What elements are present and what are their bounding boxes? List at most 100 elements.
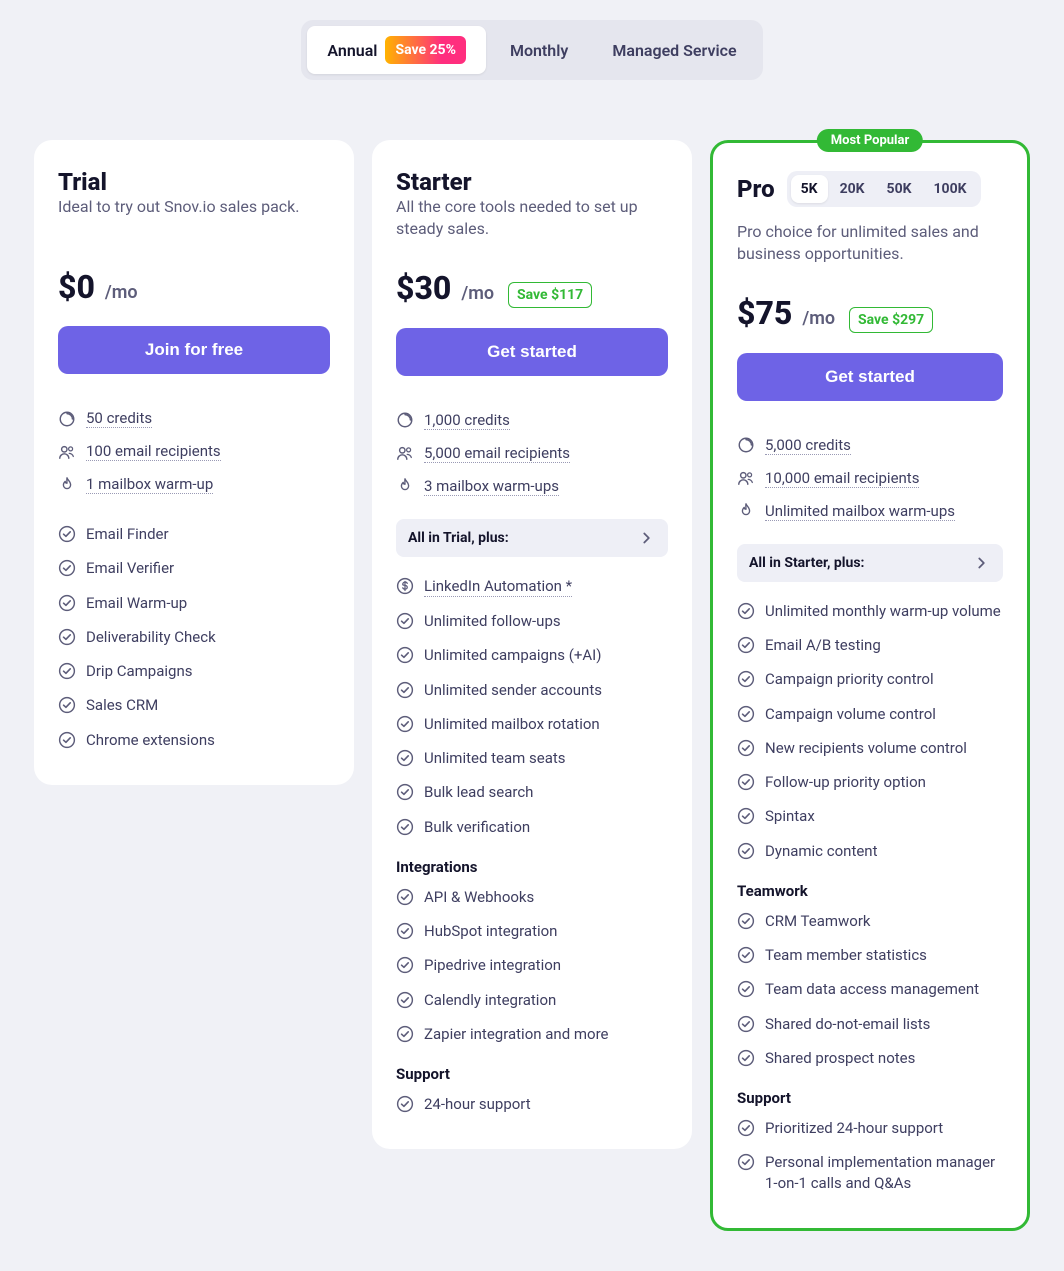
dollar-icon	[396, 577, 414, 595]
plan-per: /mo	[461, 283, 494, 304]
check-icon	[396, 922, 414, 940]
tab-annual-label: Annual	[327, 41, 377, 60]
all-in-starter-plus[interactable]: All in Starter, plus:	[737, 544, 1003, 582]
feature-item: 24-hour support	[396, 1087, 668, 1121]
quota-credits-text: 1,000 credits	[424, 411, 510, 430]
feature-item: New recipients volume control	[737, 731, 1003, 765]
quota-warmup-text: 3 mailbox warm-ups	[424, 477, 559, 496]
feature-item: Shared do-not-email lists	[737, 1007, 1003, 1041]
tab-annual[interactable]: Annual Save 25%	[307, 26, 486, 74]
tab-managed-service[interactable]: Managed Service	[592, 26, 756, 74]
feature-item: Unlimited follow-ups	[396, 604, 668, 638]
quota-credits-text: 50 credits	[86, 409, 152, 428]
tab-monthly[interactable]: Monthly	[490, 26, 588, 74]
plan-price: $30	[396, 269, 451, 307]
check-icon	[737, 670, 755, 688]
get-started-button[interactable]: Get started	[396, 328, 668, 376]
feature-item: Dynamic content	[737, 834, 1003, 868]
quota-credits: 1,000 credits	[396, 404, 668, 437]
get-started-button[interactable]: Get started	[737, 353, 1003, 401]
billing-toggle: Annual Save 25% Monthly Managed Service	[301, 20, 762, 80]
tier-50k[interactable]: 50K	[877, 175, 922, 203]
plan-subtitle: All the core tools needed to set up stea…	[396, 196, 668, 241]
support-list: Prioritized 24-hour support Personal imp…	[737, 1111, 1003, 1200]
plan-price: $0	[58, 268, 95, 306]
feature-item: HubSpot integration	[396, 914, 668, 948]
plan-per: /mo	[105, 282, 138, 303]
check-icon	[396, 715, 414, 733]
join-free-button[interactable]: Join for free	[58, 326, 330, 374]
all-in-trial-plus[interactable]: All in Trial, plus:	[396, 519, 668, 557]
check-icon	[58, 594, 76, 612]
plan-card-trial: Trial Ideal to try out Snov.io sales pac…	[34, 140, 354, 785]
check-icon	[58, 559, 76, 577]
check-icon	[737, 980, 755, 998]
feature-item: LinkedIn Automation *	[396, 569, 668, 604]
tier-20k[interactable]: 20K	[830, 175, 875, 203]
check-icon	[737, 705, 755, 723]
check-icon	[737, 739, 755, 757]
tier-100k[interactable]: 100K	[924, 175, 977, 203]
fire-icon	[58, 476, 76, 494]
tier-5k[interactable]: 5K	[791, 175, 828, 203]
feature-list: Email Finder Email Verifier Email Warm-u…	[58, 517, 330, 757]
feature-item: Chrome extensions	[58, 723, 330, 757]
feature-item: Drip Campaigns	[58, 654, 330, 688]
plan-subtitle: Ideal to try out Snov.io sales pack.	[58, 196, 330, 240]
pro-tier-selector: 5K 20K 50K 100K	[787, 171, 981, 207]
feature-list: LinkedIn Automation * Unlimited follow-u…	[396, 569, 668, 844]
teamwork-list: CRM Teamwork Team member statistics Team…	[737, 904, 1003, 1075]
check-icon	[396, 1025, 414, 1043]
quota-warmup: 3 mailbox warm-ups	[396, 470, 668, 503]
quota-warmup: 1 mailbox warm-up	[58, 468, 330, 501]
check-icon	[396, 646, 414, 664]
check-icon	[396, 612, 414, 630]
plan-card-starter: Starter All the core tools needed to set…	[372, 140, 692, 1149]
check-icon	[737, 1119, 755, 1137]
feature-item: CRM Teamwork	[737, 904, 1003, 938]
quota-warmup-text: Unlimited mailbox warm-ups	[765, 502, 955, 521]
check-icon	[737, 946, 755, 964]
teamwork-label: Teamwork	[737, 882, 1003, 900]
plan-title: Trial	[58, 168, 330, 196]
quota-recipients-text: 10,000 email recipients	[765, 469, 919, 488]
support-label: Support	[737, 1089, 1003, 1107]
feature-item: Unlimited mailbox rotation	[396, 707, 668, 741]
feature-item: Campaign priority control	[737, 662, 1003, 696]
feature-item: Email Verifier	[58, 551, 330, 585]
feature-item: Calendly integration	[396, 983, 668, 1017]
support-list: 24-hour support	[396, 1087, 668, 1121]
save-badge: Save 25%	[385, 36, 465, 64]
quota-recipients: 10,000 email recipients	[737, 462, 1003, 495]
feature-item: Team member statistics	[737, 938, 1003, 972]
quota-recipients: 100 email recipients	[58, 435, 330, 468]
check-icon	[396, 888, 414, 906]
feature-item: Unlimited monthly warm-up volume	[737, 594, 1003, 628]
feature-item: Personal implementation manager 1-on-1 c…	[737, 1145, 1003, 1200]
check-icon	[396, 956, 414, 974]
check-icon	[737, 1015, 755, 1033]
chevron-right-icon	[973, 554, 991, 572]
quota-recipients-text: 5,000 email recipients	[424, 444, 570, 463]
check-icon	[58, 525, 76, 543]
feature-item: Email Warm-up	[58, 586, 330, 620]
credits-icon	[737, 436, 755, 454]
feature-item: Team data access management	[737, 972, 1003, 1006]
check-icon	[737, 773, 755, 791]
feature-list: Unlimited monthly warm-up volume Email A…	[737, 594, 1003, 868]
feature-item: Spintax	[737, 799, 1003, 833]
support-label: Support	[396, 1065, 668, 1083]
quota-recipients-text: 100 email recipients	[86, 442, 221, 461]
check-icon	[737, 807, 755, 825]
check-icon	[737, 636, 755, 654]
plan-card-pro: Most Popular Pro 5K 20K 50K 100K Pro cho…	[710, 140, 1030, 1231]
fire-icon	[396, 477, 414, 495]
check-icon	[737, 1153, 755, 1171]
feature-item: Bulk lead search	[396, 775, 668, 809]
feature-item: Email Finder	[58, 517, 330, 551]
check-icon	[737, 1049, 755, 1067]
quota-credits-text: 5,000 credits	[765, 436, 851, 455]
chevron-right-icon	[638, 529, 656, 547]
quota-credits: 50 credits	[58, 402, 330, 435]
integrations-list: API & Webhooks HubSpot integration Piped…	[396, 880, 668, 1051]
